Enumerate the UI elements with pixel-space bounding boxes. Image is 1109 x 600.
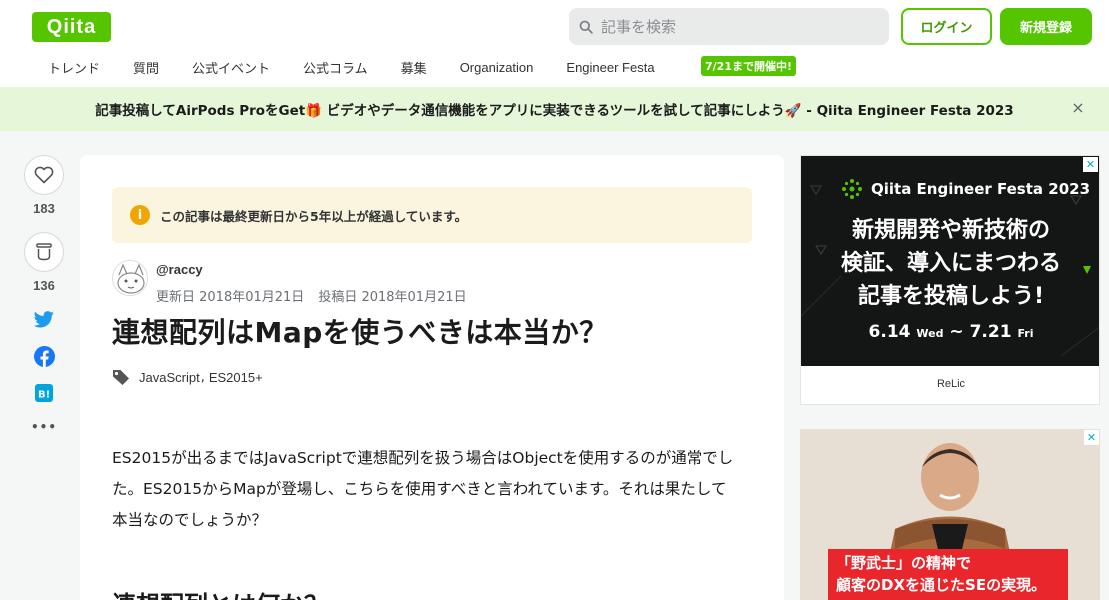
heart-icon [34,166,54,184]
author-info: @raccy 更新日 2018年01月21日 投稿日 2018年01月21日 [112,258,752,305]
ad-sponsor: ReLic [936,378,966,390]
main-nav: トレンド 質問 公式イベント 公式コラム 募集 Organization Eng… [32,57,688,77]
nav-item-engineer-festa[interactable]: Engineer Festa [566,60,654,75]
like-button[interactable] [24,155,64,195]
qiita-festa-logo-icon [842,179,862,199]
festa-ad[interactable]: Qiita Engineer Festa 2023 新規開発や新技術の 検証、導… [800,155,1100,405]
ad-caption: 「野武士」の精神で 顧客のDXを通じたSEの実現。 [828,549,1068,600]
hatena-share[interactable]: B! [24,384,64,402]
nav-item-official-events[interactable]: 公式イベント [192,58,270,77]
ad-date-start-day: Wed [916,327,944,340]
facebook-share[interactable] [24,346,64,367]
search-input[interactable] [601,17,881,36]
search-icon [579,20,593,34]
ad-background: Qiita Engineer Festa 2023 新規開発や新技術の 検証、導… [801,156,1099,366]
author-username[interactable]: @raccy [156,262,203,277]
body-line: 本当なのでしょうか？ [112,511,268,529]
stock-button[interactable] [24,232,64,272]
tag-javascript[interactable]: JavaScript [139,370,200,385]
nav-item-organization[interactable]: Organization [460,60,534,75]
outdated-notice: i この記事は最終更新日から5年以上が経過しています。 [112,187,752,243]
signup-button[interactable]: 新規登録 [1000,8,1092,45]
ad-headline: 新規開発や新技術の 検証、導入にまつわる 記事を投稿しよう! [801,214,1099,313]
article-card: i この記事は最終更新日から5年以上が経過しています。 @raccy 更新日 2… [80,155,784,600]
twitter-icon [33,311,54,328]
nav-item-questions[interactable]: 質問 [133,58,159,77]
ad-dates: 6.14 Wed ~ 7.21 Fri [801,322,1099,342]
body-line: た。ES2015からMapが登場し、こちらを使用すべきと言われています。それは果… [112,480,727,498]
site-header: Qiita ログイン 新規登録 トレンド 質問 公式イベント 公式コラム 募集 … [0,0,1109,87]
updated-date: 更新日 2018年01月21日 [156,290,305,305]
tag-list: JavaScript , ES2015+ [112,369,263,385]
article-dates: 更新日 2018年01月21日 投稿日 2018年01月21日 [156,286,481,305]
ad-date-end-day: Fri [1017,327,1034,340]
close-icon[interactable]: × [1069,99,1087,117]
article-body: ES2015が出るまではJavaScriptで連想配列を扱う場合はObjectを… [112,443,752,536]
notice-text: この記事は最終更新日から5年以上が経過しています。 [160,208,468,224]
recruit-ad[interactable]: 「野武士」の精神で 顧客のDXを通じたSEの実現。 ✕ [800,429,1100,600]
facebook-icon [33,346,55,367]
more-icon[interactable]: ••• [24,420,64,434]
ad-close-icon[interactable]: ✕ [1084,430,1099,445]
avatar[interactable] [112,260,148,296]
promo-banner[interactable]: 記事投稿してAirPods ProをGet🎁 ビデオやデータ通信機能をアプリに実… [0,87,1109,131]
ad-headline-line: 検証、導入にまつわる [840,251,1061,276]
ad-brand: Qiita Engineer Festa 2023 [841,178,1090,200]
body-line: ES2015が出るまではJavaScriptで連想配列を扱う場合はObjectを… [112,449,734,467]
section-heading: 連想配列とは何か？ [112,585,328,600]
ad-headline-line: 新規開発や新技術の [851,218,1050,243]
qiita-logo[interactable]: Qiita [32,12,111,42]
info-icon: i [130,205,150,225]
twitter-share[interactable] [24,311,64,329]
tag-es2015[interactable]: ES2015+ [209,370,263,385]
ad-brand-text: Qiita Engineer Festa 2023 [871,180,1091,198]
banner-text[interactable]: 記事投稿してAirPods ProをGet🎁 ビデオやデータ通信機能をアプリに実… [95,99,1013,119]
nav-item-recruitment[interactable]: 募集 [401,58,427,77]
ad-date-separator: ~ [949,322,964,342]
stock-icon [36,243,52,261]
login-button[interactable]: ログイン [901,8,992,45]
logo-text: Qiita [46,15,97,38]
ad-date-end: 7.21 [969,322,1012,342]
nav-item-trend[interactable]: トレンド [48,58,100,77]
tag-separator: , [200,369,205,385]
avatar-image [113,261,147,295]
ad-caption-line: 「野武士」の精神で [836,554,972,572]
stock-count: 136 [33,278,55,293]
ad-close-icon[interactable]: ✕ [1083,157,1098,172]
like-count: 183 [33,201,55,216]
ad-date-start: 6.14 [868,322,911,342]
nav-item-official-columns[interactable]: 公式コラム [303,58,368,77]
article-title: 連想配列はMapを使うべきは本当か？ [112,316,608,349]
festa-badge: 7/21まで開催中! [701,56,796,76]
ad-caption-line: 顧客のDXを通じたSEの実現。 [836,576,1047,594]
search-box[interactable] [569,8,889,45]
article-actions: 183 136 B! ••• [24,155,64,434]
ad-headline-line: 記事を投稿しよう! [857,284,1045,309]
hatena-bookmark-icon: B! [35,384,53,402]
svg-text:B!: B! [38,390,50,401]
posted-date: 投稿日 2018年01月21日 [318,290,467,305]
tag-icon [113,370,129,385]
